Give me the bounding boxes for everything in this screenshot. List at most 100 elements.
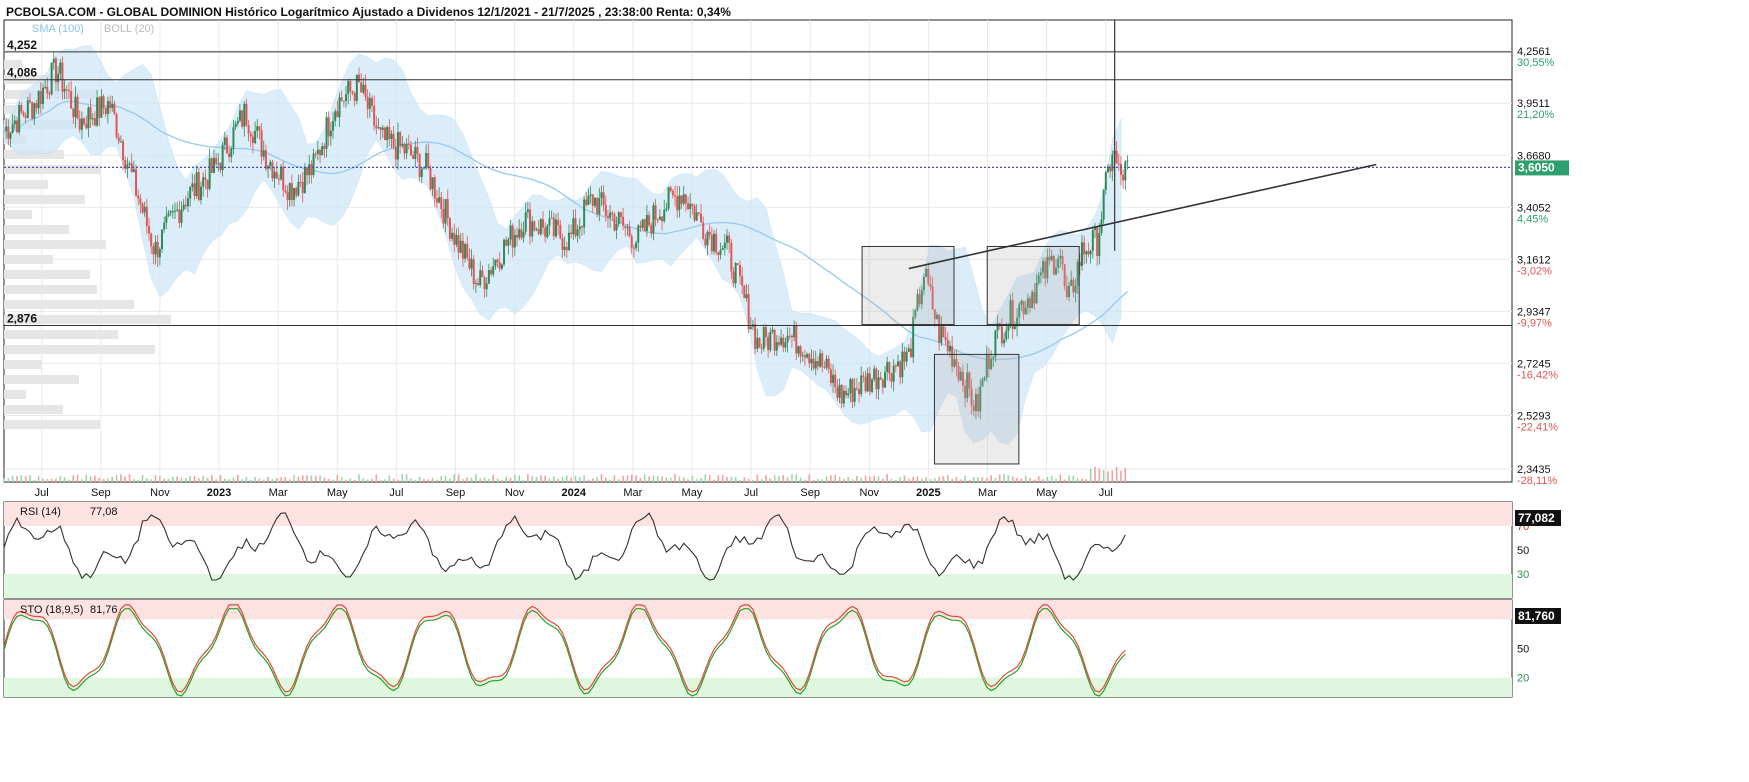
- volume-bar: [505, 476, 508, 482]
- volume-bar: [3, 478, 5, 482]
- candle-body: [994, 330, 997, 358]
- volume-bar: [405, 474, 408, 482]
- volume-bar: [11, 475, 14, 482]
- candle-body: [535, 229, 538, 231]
- volume-bar: [59, 476, 62, 482]
- candle-body: [262, 150, 265, 157]
- volume-profile-bar: [4, 270, 90, 279]
- volume-bar: [375, 474, 378, 482]
- candle-body: [145, 206, 148, 227]
- candle-body: [163, 222, 166, 230]
- candle-body: [98, 97, 101, 118]
- candle-body: [93, 118, 96, 126]
- candle-body: [152, 246, 155, 255]
- volume-bar: [245, 477, 248, 482]
- candle-body: [135, 169, 138, 196]
- candle-body: [851, 379, 854, 402]
- volume-bar: [81, 479, 83, 482]
- candle-body: [260, 130, 263, 157]
- y-tick-pct: -28,11%: [1517, 475, 1557, 487]
- candle-body: [210, 158, 213, 173]
- volume-bar: [713, 479, 715, 482]
- candle-body: [780, 337, 783, 345]
- volume-bar: [968, 479, 971, 482]
- candle-body: [877, 377, 880, 390]
- volume-bar: [470, 477, 473, 482]
- volume-bar: [825, 476, 828, 482]
- volume-bar: [141, 475, 144, 482]
- candle-body: [790, 335, 793, 338]
- candle-body: [217, 163, 220, 165]
- volume-bar: [522, 479, 525, 482]
- volume-bar: [1085, 479, 1088, 482]
- volume-bar: [267, 476, 269, 482]
- candle-body: [225, 137, 228, 154]
- candle-body: [24, 115, 27, 118]
- candle-body: [1081, 242, 1084, 266]
- candle-body: [396, 132, 399, 160]
- candle-body: [1124, 161, 1127, 181]
- volume-bar: [115, 474, 118, 482]
- volume-bar: [981, 476, 984, 482]
- candle-body: [743, 285, 746, 299]
- candle-body: [808, 353, 811, 364]
- candle-body: [1005, 330, 1008, 340]
- volume-bar: [674, 474, 676, 482]
- volume-bar: [856, 476, 858, 482]
- candle-body: [741, 276, 744, 286]
- osc-level-label: 50: [1517, 644, 1529, 656]
- volume-bar: [843, 478, 845, 482]
- volume-bar: [1107, 471, 1109, 482]
- candle-body: [803, 355, 806, 358]
- candle-body: [167, 213, 170, 216]
- candle-body: [39, 91, 42, 104]
- candle-body: [418, 153, 421, 177]
- candle-body: [871, 379, 874, 392]
- candle-body: [180, 209, 183, 223]
- candle-body: [353, 92, 356, 101]
- candle-body: [509, 225, 512, 240]
- volume-bar: [617, 479, 620, 482]
- candle-body: [338, 97, 341, 118]
- candle-body: [834, 374, 837, 388]
- candle-body: [648, 215, 651, 226]
- candle-body: [875, 368, 878, 390]
- x-tick-label: May: [327, 487, 348, 499]
- candle-body: [593, 198, 596, 206]
- candle-body: [470, 259, 473, 269]
- volume-bar: [33, 479, 36, 482]
- candle-body: [907, 348, 910, 352]
- volume-bar: [540, 475, 542, 482]
- candle-body: [405, 143, 408, 154]
- volume-bar: [1037, 476, 1040, 482]
- candle-body: [351, 91, 354, 93]
- volume-bar: [942, 476, 945, 482]
- candle-body: [35, 103, 38, 109]
- volume-bar: [678, 476, 681, 482]
- volume-bar: [553, 476, 555, 482]
- candle-body: [836, 387, 839, 398]
- candle-body: [319, 149, 322, 156]
- candle-body: [544, 227, 547, 238]
- candle-body: [65, 89, 68, 91]
- candle-body: [691, 203, 694, 206]
- candle-body: [59, 62, 62, 74]
- volume-bar: [938, 476, 940, 482]
- candle-body: [115, 113, 118, 138]
- candle-body: [197, 172, 200, 201]
- volume-bar: [561, 476, 564, 482]
- volume-bar: [332, 479, 334, 482]
- candle-body: [89, 107, 92, 120]
- volume-bar: [159, 476, 161, 482]
- candle-body: [388, 127, 391, 139]
- volume-bar: [7, 478, 10, 482]
- candle-body: [254, 130, 257, 143]
- volume-bar: [128, 474, 131, 482]
- candle-body: [191, 183, 194, 188]
- candle-body: [448, 218, 451, 239]
- candle-body: [697, 212, 700, 214]
- volume-bar: [254, 477, 256, 482]
- candle-body: [288, 183, 291, 201]
- candle-body: [409, 144, 412, 156]
- candle-body: [704, 238, 707, 246]
